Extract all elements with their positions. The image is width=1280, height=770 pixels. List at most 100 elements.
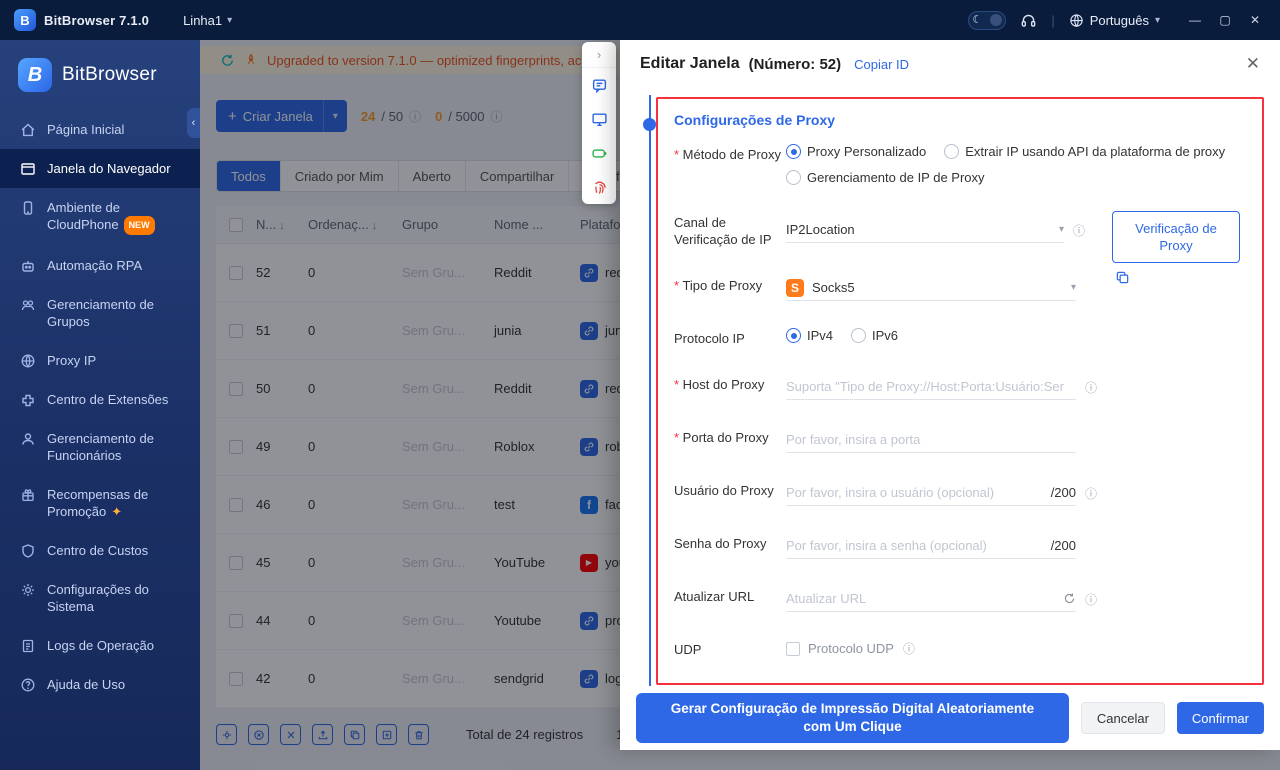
radio-ipv6[interactable]: IPv6 bbox=[851, 328, 898, 343]
section-title: Configurações de Proxy bbox=[674, 112, 836, 128]
cancel-button[interactable]: Cancelar bbox=[1080, 702, 1165, 734]
cloudphone-icon bbox=[20, 200, 36, 216]
radio-proxy-personalizado[interactable]: Proxy Personalizado bbox=[786, 144, 926, 159]
separator: | bbox=[1051, 12, 1055, 28]
sidebar-item-janela-do-navegador[interactable]: Janela do Navegador bbox=[0, 149, 200, 188]
close-window-button[interactable]: ✕ bbox=[1240, 6, 1270, 34]
gear-icon bbox=[20, 582, 36, 598]
sidebar-collapse-handle[interactable]: ‹ bbox=[187, 108, 200, 138]
proxy-type-select[interactable]: S Socks5 ▾ bbox=[786, 275, 1076, 301]
drawer-title: Editar Janela bbox=[640, 55, 740, 72]
udp-checkbox[interactable] bbox=[786, 641, 800, 656]
proxy-user-input[interactable] bbox=[786, 485, 1045, 500]
copy-id-link[interactable]: Copiar ID bbox=[854, 57, 909, 72]
sidebar-item-automacao-rpa[interactable]: Automação RPA bbox=[0, 246, 200, 285]
generate-fingerprint-button[interactable]: Gerar Configuração de Impressão Digital … bbox=[636, 693, 1069, 743]
sidebar-item-configuracoes-sistema[interactable]: Configurações do Sistema bbox=[0, 570, 200, 626]
copy-icon[interactable] bbox=[1115, 270, 1240, 285]
radio-ipv4[interactable]: IPv4 bbox=[786, 328, 833, 343]
sidebar-item-label: Centro de Custos bbox=[47, 543, 149, 558]
proxy-host-input[interactable] bbox=[786, 379, 1076, 394]
refresh-icon[interactable] bbox=[1063, 592, 1076, 605]
brand-name: BitBrowser bbox=[62, 64, 157, 85]
minimize-button[interactable]: — bbox=[1180, 6, 1210, 34]
chevron-down-icon: ▾ bbox=[1058, 224, 1064, 235]
proxy-check-column: Verificação de Proxy bbox=[1112, 211, 1240, 285]
sparkle-icon: ✦ bbox=[111, 504, 123, 519]
battery-saver-icon[interactable] bbox=[582, 136, 616, 170]
sidebar-item-label: Página Inicial bbox=[47, 122, 125, 137]
sidebar-item-ajuda-de-uso[interactable]: Ajuda de Uso bbox=[0, 665, 200, 704]
sidebar-item-proxy-ip[interactable]: Proxy IP bbox=[0, 341, 200, 380]
sidebar-item-label: Ajuda de Uso bbox=[47, 677, 126, 692]
proxy-check-button[interactable]: Verificação de Proxy bbox=[1112, 211, 1240, 263]
maximize-button[interactable]: ▢ bbox=[1210, 6, 1240, 34]
sidebar-item-recompensas-promocao[interactable]: Recompensas de Promoção ✦ bbox=[0, 475, 200, 531]
char-limit: /200 bbox=[1050, 538, 1076, 553]
chevron-down-icon: ▾ bbox=[1070, 282, 1076, 293]
info-icon[interactable]: ⓘ bbox=[903, 640, 915, 657]
sidebar-item-label: Gerenciamento de Grupos bbox=[47, 297, 154, 329]
theme-toggle[interactable]: ☾ bbox=[968, 10, 1007, 30]
toggle-knob bbox=[990, 14, 1003, 26]
socks5-badge-icon: S bbox=[786, 278, 804, 297]
proxy-settings-section: Configurações de Proxy Método de Proxy P… bbox=[656, 97, 1264, 685]
globe-icon bbox=[20, 353, 36, 369]
moon-icon: ☾ bbox=[972, 13, 983, 26]
browser-window-icon bbox=[20, 161, 36, 177]
info-icon[interactable]: ⓘ bbox=[1085, 485, 1097, 502]
confirm-button[interactable]: Confirmar bbox=[1176, 702, 1264, 734]
field-proxy-port: Porta do Proxy bbox=[674, 427, 1246, 453]
shield-icon bbox=[20, 543, 36, 559]
gift-icon bbox=[20, 487, 36, 503]
puzzle-icon bbox=[20, 392, 36, 408]
app-logo-icon: B bbox=[14, 9, 36, 31]
window-number: (Número: 52) bbox=[748, 55, 842, 73]
drawer-footer: Gerar Configuração de Impressão Digital … bbox=[620, 686, 1280, 750]
groups-icon bbox=[20, 297, 36, 313]
proxy-port-input[interactable] bbox=[786, 432, 1076, 447]
chevron-down-icon: ▾ bbox=[227, 14, 233, 26]
refresh-url-input[interactable] bbox=[786, 591, 1063, 606]
sidebar-item-logs-operacao[interactable]: Logs de Operação bbox=[0, 626, 200, 665]
field-proxy-host: Host do Proxy ⓘ bbox=[674, 374, 1246, 400]
radio-extrair-ip-api[interactable]: Extrair IP usando API da plataforma de p… bbox=[944, 144, 1225, 159]
people-icon bbox=[20, 431, 36, 447]
feedback-chat-icon[interactable] bbox=[582, 68, 616, 102]
info-icon[interactable]: ⓘ bbox=[1085, 379, 1097, 396]
sidebar-item-label: Logs de Operação bbox=[47, 638, 154, 653]
fingerprint-icon[interactable] bbox=[582, 170, 616, 204]
line-selector[interactable]: Linha1 ▾ bbox=[183, 13, 232, 28]
sidebar-item-pagina-inicial[interactable]: Página Inicial bbox=[0, 110, 200, 149]
sidebar-item-label: Janela do Navegador bbox=[47, 161, 171, 176]
sidebar-item-centro-custos[interactable]: Centro de Custos bbox=[0, 531, 200, 570]
info-icon[interactable]: ⓘ bbox=[1073, 222, 1085, 239]
screen-share-icon[interactable] bbox=[582, 102, 616, 136]
logs-icon bbox=[20, 638, 36, 654]
sidebar-item-ambiente-cloudphone[interactable]: Ambiente de CloudPhone NEW bbox=[0, 188, 200, 246]
field-proxy-user: Usuário do Proxy /200 ⓘ bbox=[674, 480, 1246, 506]
field-proxy-password: Senha do Proxy /200 bbox=[674, 533, 1246, 559]
support-headset-icon[interactable] bbox=[1020, 12, 1037, 29]
radio-gerenciamento-ip-proxy[interactable]: Gerenciamento de IP de Proxy bbox=[786, 170, 985, 185]
sidebar-item-label: Recompensas de Promoção bbox=[47, 487, 149, 519]
section-anchor-dot[interactable] bbox=[643, 118, 656, 131]
chevron-down-icon: ▾ bbox=[1154, 14, 1160, 26]
info-icon[interactable]: ⓘ bbox=[1085, 591, 1097, 608]
language-selector[interactable]: Português ▾ bbox=[1069, 13, 1160, 28]
help-icon bbox=[20, 677, 36, 693]
new-badge: NEW bbox=[123, 216, 155, 235]
char-limit: /200 bbox=[1050, 485, 1076, 500]
drawer-header: Editar Janela (Número: 52) Copiar ID ✕ bbox=[620, 40, 1280, 88]
collapse-chevron-icon[interactable]: › bbox=[582, 42, 616, 68]
sidebar-item-gerenciamento-grupos[interactable]: Gerenciamento de Grupos bbox=[0, 285, 200, 341]
proxy-password-input[interactable] bbox=[786, 538, 1045, 553]
sidebar-brand: B BitBrowser bbox=[0, 40, 200, 108]
sidebar-item-label: Gerenciamento de Funcionários bbox=[47, 431, 154, 463]
ip-channel-select[interactable]: IP2Location ▾ bbox=[786, 217, 1064, 243]
app-title: BitBrowser 7.1.0 bbox=[44, 12, 150, 28]
close-drawer-icon[interactable]: ✕ bbox=[1246, 54, 1260, 74]
sidebar-item-centro-extensoes[interactable]: Centro de Extensões bbox=[0, 380, 200, 419]
sidebar-item-gerenciamento-funcionarios[interactable]: Gerenciamento de Funcionários bbox=[0, 419, 200, 475]
field-ip-protocol: Protocolo IP IPv4 IPv6 bbox=[674, 328, 899, 346]
